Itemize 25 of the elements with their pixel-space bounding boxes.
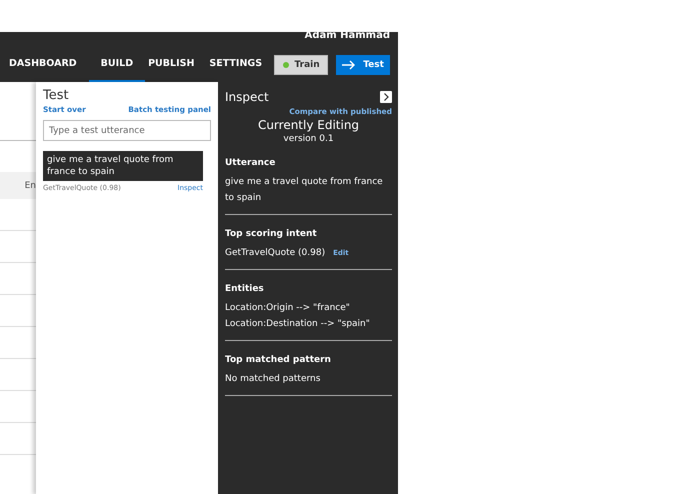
utterance-bubble[interactable]: give me a travel quote from france to spain <box>43 151 203 181</box>
section-text: Location:Destination --> "spain" <box>225 318 370 331</box>
arrow-right-icon <box>342 60 356 70</box>
status-title: Currently Editing <box>256 118 360 132</box>
train-button[interactable]: Train <box>274 54 328 74</box>
section-text: GetTravelQuote (0.98) <box>225 247 326 260</box>
section-text: Location:Origin --> "france" <box>225 302 350 315</box>
user-name[interactable]: Adam Hammad <box>304 31 390 41</box>
utterance-input[interactable]: Type a test utterance <box>43 120 211 141</box>
section-text: give me a travel quote from france to spain <box>225 176 384 205</box>
version-text: version 0.1 <box>282 134 335 144</box>
chevron-right-icon[interactable] <box>380 91 392 103</box>
section-heading: Entities <box>225 284 265 294</box>
section-heading: Utterance <box>225 158 276 168</box>
nav-tab[interactable]: PUBLISH <box>145 47 206 82</box>
nav-tab[interactable]: SETTINGS <box>206 47 274 82</box>
nav-tab[interactable]: DASHBOARD <box>6 47 89 82</box>
panel-title: Inspect <box>225 90 269 104</box>
test-button[interactable]: Test <box>336 54 390 74</box>
panel-title: Test <box>43 88 70 103</box>
status-dot-icon <box>282 62 288 68</box>
section-text: No matched patterns <box>225 373 320 386</box>
column-header: En <box>24 180 36 190</box>
section-heading: Top scoring intent <box>225 229 318 239</box>
section-heading: Top matched pattern <box>225 355 332 365</box>
